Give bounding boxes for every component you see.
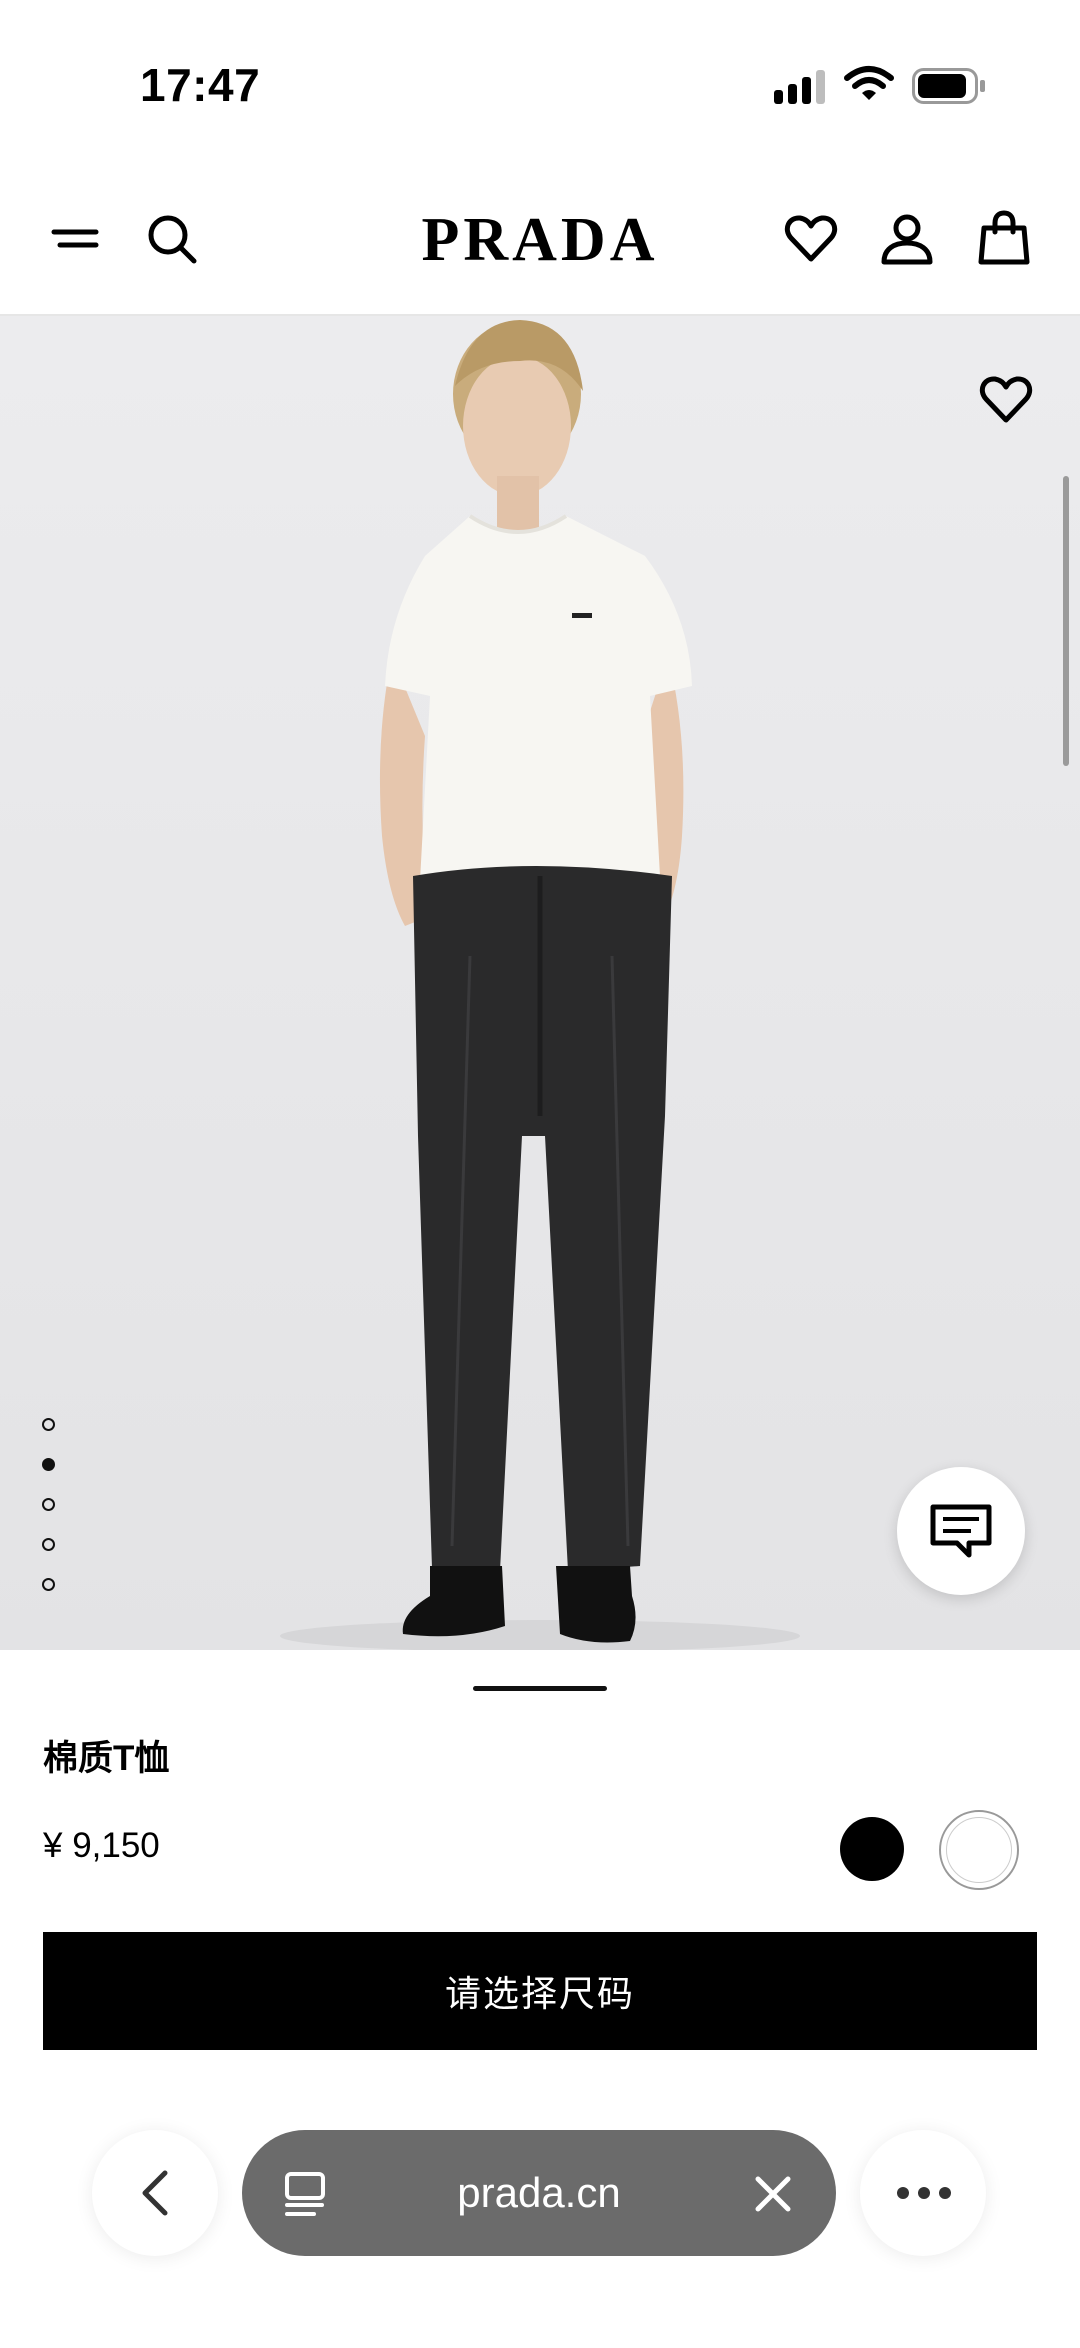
menu-icon[interactable] bbox=[48, 211, 104, 267]
pagination-dot[interactable] bbox=[42, 1578, 55, 1591]
status-time: 17:47 bbox=[140, 59, 261, 111]
back-button[interactable] bbox=[92, 2130, 218, 2256]
product-price: ¥ 9,150 bbox=[43, 1826, 160, 1865]
image-scrollbar[interactable] bbox=[1063, 476, 1069, 766]
chat-icon bbox=[930, 1504, 992, 1558]
url-text[interactable]: prada.cn bbox=[242, 2130, 836, 2256]
more-icon bbox=[897, 2187, 951, 2199]
brand-logo[interactable]: PRADA bbox=[395, 205, 685, 276]
battery-icon bbox=[912, 68, 985, 104]
chat-button[interactable] bbox=[897, 1467, 1025, 1595]
model-illustration bbox=[0, 316, 1080, 1650]
sheet-grabber[interactable] bbox=[473, 1686, 607, 1691]
product-name: 棉质T恤 bbox=[43, 1739, 170, 1778]
pagination-dot[interactable] bbox=[42, 1538, 55, 1551]
back-icon bbox=[142, 2170, 168, 2216]
more-button[interactable] bbox=[860, 2130, 986, 2256]
wishlist-heart-icon[interactable] bbox=[783, 211, 839, 267]
color-swatch-white-selected[interactable] bbox=[939, 1810, 1019, 1890]
image-pagination bbox=[42, 1418, 60, 1618]
bag-icon[interactable] bbox=[976, 210, 1032, 266]
account-icon[interactable] bbox=[879, 211, 935, 267]
url-bar[interactable]: prada.cn bbox=[242, 2130, 836, 2256]
pagination-dot[interactable] bbox=[42, 1498, 55, 1511]
signal-icon bbox=[774, 70, 826, 104]
favorite-heart-icon[interactable] bbox=[978, 372, 1034, 428]
color-swatch-black[interactable] bbox=[840, 1817, 904, 1881]
product-image[interactable] bbox=[0, 316, 1080, 1650]
close-icon[interactable] bbox=[754, 2175, 792, 2213]
pagination-dot-active[interactable] bbox=[42, 1458, 55, 1471]
wifi-icon bbox=[844, 66, 894, 100]
pagination-dot[interactable] bbox=[42, 1418, 55, 1431]
search-icon[interactable] bbox=[144, 211, 200, 267]
select-size-button[interactable]: 请选择尺码 bbox=[43, 1932, 1037, 2050]
